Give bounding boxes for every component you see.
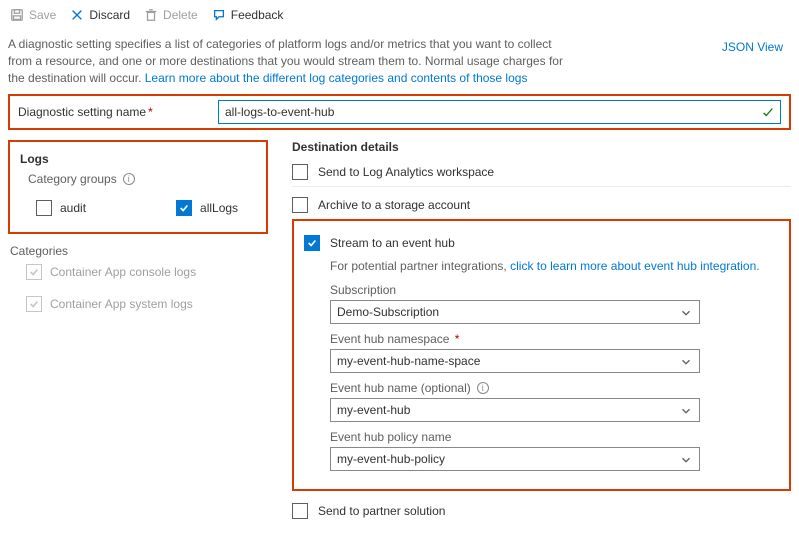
eventhub-name-select[interactable]: my-event-hub <box>330 398 700 422</box>
setting-name-input[interactable] <box>218 100 781 124</box>
subscription-value: Demo-Subscription <box>337 305 439 319</box>
command-bar: Save Discard Delete Feedback <box>8 6 791 30</box>
intro-text: A diagnostic setting specifies a list of… <box>8 36 568 86</box>
logs-section: Logs Category groups i audit allLogs <box>8 140 268 234</box>
event-hub-checkbox[interactable] <box>304 235 320 251</box>
info-icon[interactable]: i <box>477 382 489 394</box>
event-hub-label: Stream to an event hub <box>330 236 455 250</box>
close-icon <box>70 8 84 22</box>
json-view-link[interactable]: JSON View <box>722 40 783 54</box>
discard-button[interactable]: Discard <box>70 8 130 22</box>
chevron-down-icon <box>679 404 693 421</box>
eventhub-name-label: Event hub name (optional) i <box>330 381 779 395</box>
storage-checkbox[interactable] <box>292 197 308 213</box>
system-logs-label: Container App system logs <box>50 297 193 311</box>
logs-column: Logs Category groups i audit allLogs Cat… <box>8 140 268 525</box>
partner-solution-label: Send to partner solution <box>318 504 445 518</box>
save-icon <box>10 8 24 22</box>
namespace-value: my-event-hub-name-space <box>337 354 480 368</box>
namespace-select[interactable]: my-event-hub-name-space <box>330 349 700 373</box>
storage-label: Archive to a storage account <box>318 198 470 212</box>
feedback-label: Feedback <box>231 8 284 22</box>
save-label: Save <box>29 8 56 22</box>
partner-learn-more-link[interactable]: click to learn more about event hub inte… <box>510 259 759 273</box>
alllogs-checkbox[interactable] <box>176 200 192 216</box>
namespace-label: Event hub namespace * <box>330 332 779 346</box>
divider <box>292 186 791 187</box>
event-hub-section: Stream to an event hub For potential par… <box>292 219 791 491</box>
intro-learn-more-link[interactable]: Learn more about the different log categ… <box>145 71 528 85</box>
policy-select[interactable]: my-event-hub-policy <box>330 447 700 471</box>
save-button[interactable]: Save <box>10 8 56 22</box>
trash-icon <box>144 8 158 22</box>
policy-label: Event hub policy name <box>330 430 779 444</box>
discard-label: Discard <box>89 8 130 22</box>
console-logs-label: Container App console logs <box>50 265 196 279</box>
audit-checkbox[interactable] <box>36 200 52 216</box>
chevron-down-icon <box>679 306 693 323</box>
categories-heading: Categories <box>10 244 268 258</box>
feedback-icon <box>212 8 226 22</box>
chevron-down-icon <box>679 355 693 372</box>
logs-title: Logs <box>20 152 258 166</box>
validation-checkmark-icon <box>761 105 775 122</box>
log-analytics-checkbox[interactable] <box>292 164 308 180</box>
console-logs-checkbox <box>26 264 42 280</box>
eventhub-name-value: my-event-hub <box>337 403 410 417</box>
delete-button[interactable]: Delete <box>144 8 198 22</box>
audit-label: audit <box>60 201 86 215</box>
partner-solution-checkbox[interactable] <box>292 503 308 519</box>
subscription-select[interactable]: Demo-Subscription <box>330 300 700 324</box>
system-logs-checkbox <box>26 296 42 312</box>
subscription-label: Subscription <box>330 283 779 297</box>
alllogs-label: allLogs <box>200 201 238 215</box>
setting-name-row: Diagnostic setting name* <box>8 94 791 130</box>
category-groups-heading: Category groups i <box>28 172 258 186</box>
destination-title: Destination details <box>292 140 791 154</box>
log-analytics-label: Send to Log Analytics workspace <box>318 165 494 179</box>
policy-value: my-event-hub-policy <box>337 452 445 466</box>
setting-name-label: Diagnostic setting name* <box>18 105 218 119</box>
chevron-down-icon <box>679 453 693 470</box>
destination-column: Destination details Send to Log Analytic… <box>292 140 791 525</box>
partner-note: For potential partner integrations, clic… <box>330 259 779 273</box>
delete-label: Delete <box>163 8 198 22</box>
info-icon[interactable]: i <box>123 173 135 185</box>
feedback-button[interactable]: Feedback <box>212 8 284 22</box>
